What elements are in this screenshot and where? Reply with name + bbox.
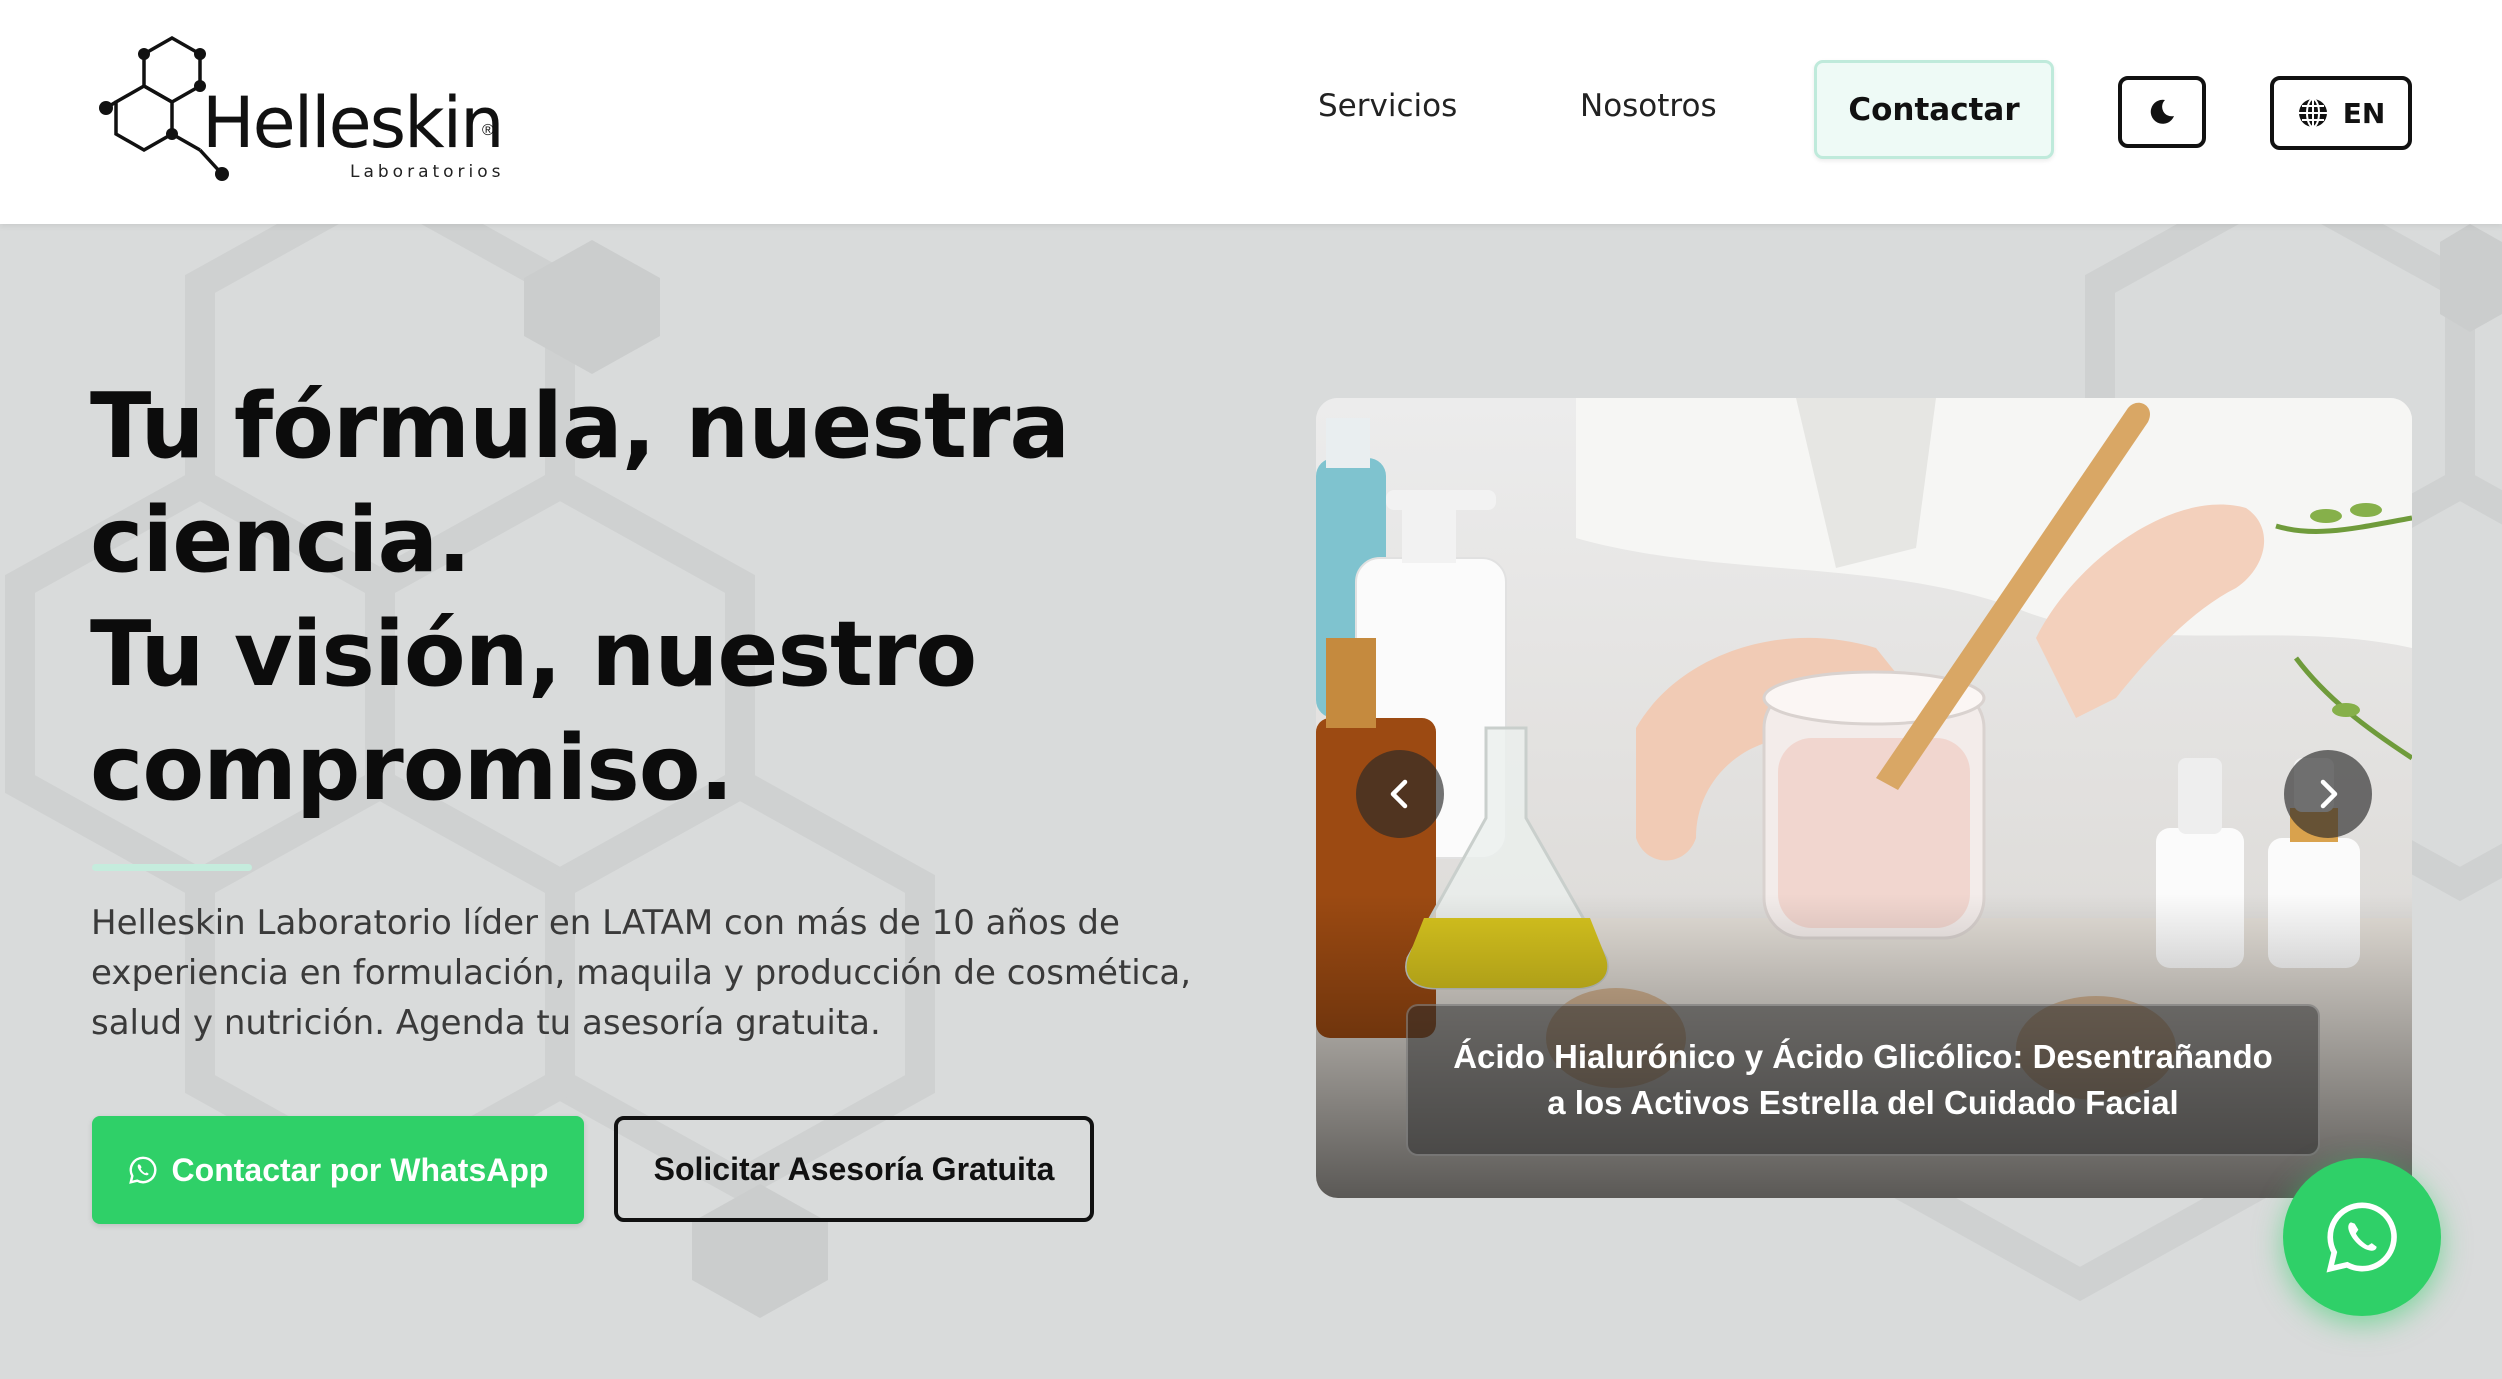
whatsapp-icon [128, 1156, 157, 1184]
moon-icon [2150, 99, 2174, 124]
hero-description: Helleskin Laboratorio líder en LATAM con… [91, 903, 1192, 1043]
helleskin-logo[interactable]: Helleskin ® Laboratorios [92, 32, 512, 182]
hero-carousel[interactable]: Ácido Hialurónico y Ácido Glicólico: Des… [1316, 398, 2412, 1198]
hero-title-line-2: ciencia. [90, 488, 471, 593]
theme-toggle-button[interactable] [2118, 76, 2206, 148]
hero-title: Tu fórmula, nuestra ciencia. Tu visión, … [90, 370, 1190, 826]
whatsapp-button-label: Contactar por WhatsApp [171, 1151, 549, 1188]
carousel-next-button[interactable] [2284, 750, 2372, 838]
accent-divider [92, 864, 252, 871]
free-consultation-button[interactable]: Solicitar Asesoría Gratuita [614, 1116, 1094, 1222]
floating-whatsapp-button[interactable] [2283, 1158, 2441, 1316]
contact-button[interactable]: Contactar [1814, 60, 2054, 159]
carousel-caption-text: Ácido Hialurónico y Ácido Glicólico: Des… [1453, 1038, 2273, 1121]
language-toggle-button[interactable]: EN [2270, 76, 2412, 150]
nav-link-servicios[interactable]: Servicios [1318, 88, 1457, 124]
hero-title-line-4: compromiso. [90, 716, 734, 821]
hero-title-line-3: Tu visión, nuestro [90, 602, 977, 707]
registered-mark: ® [482, 122, 494, 139]
whatsapp-contact-button[interactable]: Contactar por WhatsApp [92, 1116, 584, 1224]
site-header: Helleskin ® Laboratorios Servicios Nosot… [0, 0, 2502, 224]
hero-title-line-1: Tu fórmula, nuestra [90, 374, 1070, 479]
nav-link-nosotros[interactable]: Nosotros [1580, 88, 1717, 124]
carousel-prev-button[interactable] [1356, 750, 1444, 838]
language-label: EN [2342, 96, 2386, 130]
logo-wordmark: Helleskin [202, 82, 504, 164]
chevron-right-icon [2320, 779, 2338, 809]
whatsapp-icon [2326, 1202, 2397, 1273]
logo-subtitle: Laboratorios [350, 162, 505, 182]
carousel-caption[interactable]: Ácido Hialurónico y Ácido Glicólico: Des… [1406, 1004, 2320, 1156]
chevron-left-icon [1390, 779, 1408, 809]
globe-icon [2298, 98, 2327, 128]
